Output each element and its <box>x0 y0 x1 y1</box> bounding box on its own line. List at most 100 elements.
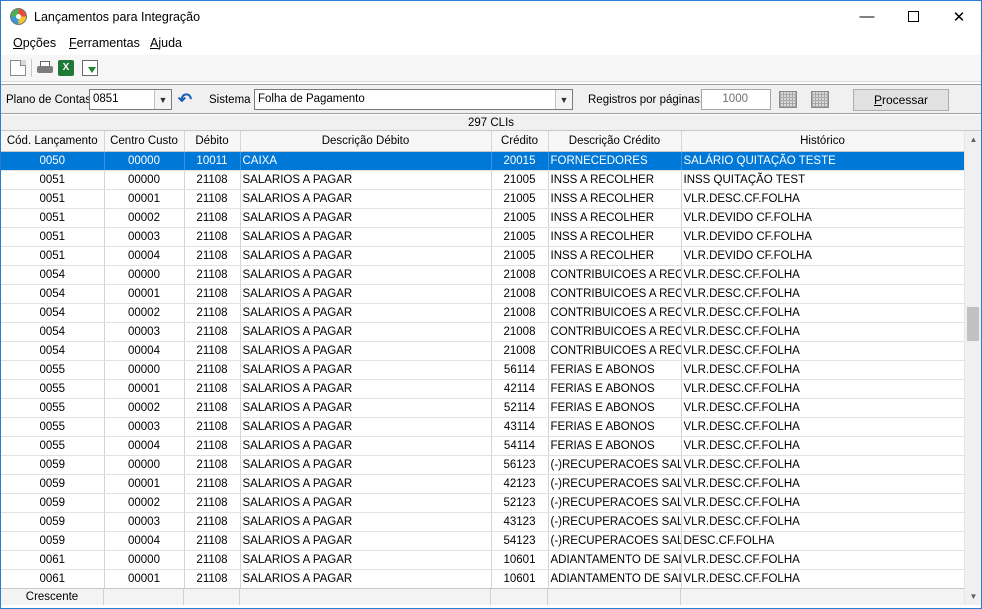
table-cell[interactable]: SALARIOS A PAGAR <box>240 303 492 323</box>
table-cell[interactable]: 00001 <box>104 284 185 304</box>
table-cell[interactable]: VLR.DESC.CF.FOLHA <box>681 417 964 437</box>
table-cell[interactable]: INSS A RECOLHER <box>548 227 682 247</box>
table-row[interactable]: 0051 00003 21108 SALARIOS A PAGAR 21005 INSS … <box>1 227 964 247</box>
table-cell[interactable]: CONTRIBUICOES A RECOL <box>548 341 682 361</box>
table-cell[interactable]: 0055 <box>1 379 105 399</box>
minimize-button[interactable]: — <box>844 1 890 32</box>
table-cell[interactable]: 0054 <box>1 303 105 323</box>
table-cell[interactable]: SALARIOS A PAGAR <box>240 436 492 456</box>
table-cell[interactable]: 00004 <box>104 531 185 551</box>
table-cell[interactable]: VLR.DESC.CF.FOLHA <box>681 189 964 209</box>
table-row[interactable]: 0055 00004 21108 SALARIOS A PAGAR 54114 FERIA… <box>1 436 964 456</box>
table-cell[interactable]: 21108 <box>184 208 241 228</box>
table-row[interactable]: 0059 00001 21108 SALARIOS A PAGAR 42123 (-)RE… <box>1 474 964 494</box>
table-cell[interactable]: (-)RECUPERACOES SALARI <box>548 531 682 551</box>
table-cell[interactable]: SALARIOS A PAGAR <box>240 265 492 285</box>
table-row[interactable]: 0059 00002 21108 SALARIOS A PAGAR 52123 (-)RE… <box>1 493 964 513</box>
table-cell[interactable]: SALARIOS A PAGAR <box>240 379 492 399</box>
table-cell[interactable]: ADIANTAMENTO DE SALAR <box>548 550 682 570</box>
table-cell[interactable]: INSS QUITAÇÃO TEST <box>681 170 964 190</box>
scroll-down-icon[interactable]: ▼ <box>965 588 982 605</box>
table-cell[interactable]: VLR.DESC.CF.FOLHA <box>681 569 964 588</box>
table-cell[interactable]: SALARIOS A PAGAR <box>240 417 492 437</box>
table-row[interactable]: 0055 00003 21108 SALARIOS A PAGAR 43114 FERIA… <box>1 417 964 437</box>
table-cell[interactable]: VLR.DEVIDO CF.FOLHA <box>681 246 964 266</box>
table-cell[interactable]: 21108 <box>184 360 241 380</box>
table-row[interactable]: 0055 00000 21108 SALARIOS A PAGAR 56114 FERIA… <box>1 360 964 380</box>
table-cell[interactable]: 00000 <box>104 455 185 475</box>
table-cell[interactable]: 56123 <box>491 455 549 475</box>
table-cell[interactable]: 0055 <box>1 360 105 380</box>
maximize-button[interactable] <box>890 1 936 32</box>
table-cell[interactable]: SALARIOS A PAGAR <box>240 531 492 551</box>
table-cell[interactable]: 10601 <box>491 550 549 570</box>
table-cell[interactable]: 42114 <box>491 379 549 399</box>
column-header[interactable]: Centro Custo <box>104 131 185 152</box>
grid-pattern-icon[interactable] <box>811 91 829 108</box>
table-cell[interactable]: 21108 <box>184 170 241 190</box>
export-icon[interactable] <box>82 60 98 76</box>
table-row[interactable]: 0050 00000 10011 CAIXA 20015 FORNECEDORES SALÁ… <box>1 151 964 171</box>
table-cell[interactable]: 21008 <box>491 284 549 304</box>
table-cell[interactable]: 00001 <box>104 189 185 209</box>
scroll-up-icon[interactable]: ▲ <box>965 131 982 148</box>
table-cell[interactable]: VLR.DESC.CF.FOLHA <box>681 455 964 475</box>
table-cell[interactable]: 00003 <box>104 417 185 437</box>
table-cell[interactable]: 21008 <box>491 341 549 361</box>
table-cell[interactable]: 00002 <box>104 493 185 513</box>
table-cell[interactable]: VLR.DEVIDO CF.FOLHA <box>681 208 964 228</box>
excel-icon[interactable]: X <box>58 60 74 76</box>
table-cell[interactable]: CONTRIBUICOES A RECOL <box>548 322 682 342</box>
table-cell[interactable]: SALARIOS A PAGAR <box>240 189 492 209</box>
table-cell[interactable]: ADIANTAMENTO DE SALAR <box>548 569 682 588</box>
table-cell[interactable]: CONTRIBUICOES A RECOL <box>548 303 682 323</box>
table-cell[interactable]: VLR.DESC.CF.FOLHA <box>681 265 964 285</box>
table-cell[interactable]: SALARIOS A PAGAR <box>240 550 492 570</box>
table-cell[interactable]: 10601 <box>491 569 549 588</box>
table-cell[interactable]: FERIAS E ABONOS <box>548 379 682 399</box>
table-cell[interactable]: 42123 <box>491 474 549 494</box>
table-cell[interactable]: 21108 <box>184 189 241 209</box>
table-row[interactable]: 0054 00002 21108 SALARIOS A PAGAR 21008 CONTR… <box>1 303 964 323</box>
table-cell[interactable]: 21008 <box>491 265 549 285</box>
table-cell[interactable]: 21108 <box>184 284 241 304</box>
table-cell[interactable]: (-)RECUPERACOES SALARI <box>548 474 682 494</box>
table-cell[interactable]: FERIAS E ABONOS <box>548 360 682 380</box>
table-cell[interactable]: FORNECEDORES <box>548 151 682 171</box>
table-cell[interactable]: VLR.DESC.CF.FOLHA <box>681 436 964 456</box>
table-row[interactable]: 0051 00001 21108 SALARIOS A PAGAR 21005 INSS … <box>1 189 964 209</box>
table-cell[interactable]: VLR.DESC.CF.FOLHA <box>681 474 964 494</box>
table-row[interactable]: 0055 00001 21108 SALARIOS A PAGAR 42114 FERIA… <box>1 379 964 399</box>
table-cell[interactable]: SALARIOS A PAGAR <box>240 170 492 190</box>
table-cell[interactable]: FERIAS E ABONOS <box>548 417 682 437</box>
table-cell[interactable]: 00000 <box>104 151 185 171</box>
close-button[interactable]: ✕ <box>936 1 982 32</box>
table-cell[interactable]: VLR.DESC.CF.FOLHA <box>681 379 964 399</box>
table-cell[interactable]: 0061 <box>1 569 105 588</box>
table-cell[interactable]: 21108 <box>184 550 241 570</box>
table-cell[interactable]: VLR.DESC.CF.FOLHA <box>681 398 964 418</box>
table-cell[interactable]: 0059 <box>1 531 105 551</box>
table-cell[interactable]: INSS A RECOLHER <box>548 208 682 228</box>
table-cell[interactable]: 43123 <box>491 512 549 532</box>
table-cell[interactable]: SALARIOS A PAGAR <box>240 512 492 532</box>
table-cell[interactable]: 0050 <box>1 151 105 171</box>
table-cell[interactable]: 21108 <box>184 379 241 399</box>
table-cell[interactable]: 00002 <box>104 303 185 323</box>
table-cell[interactable]: INSS A RECOLHER <box>548 170 682 190</box>
table-row[interactable]: 0055 00002 21108 SALARIOS A PAGAR 52114 FERIA… <box>1 398 964 418</box>
table-cell[interactable]: SALARIOS A PAGAR <box>240 360 492 380</box>
undo-icon[interactable]: ↶ <box>176 91 194 109</box>
table-cell[interactable]: 21005 <box>491 246 549 266</box>
table-cell[interactable]: 21108 <box>184 436 241 456</box>
table-cell[interactable]: VLR.DESC.CF.FOLHA <box>681 322 964 342</box>
table-cell[interactable]: 10011 <box>184 151 241 171</box>
table-cell[interactable]: 0051 <box>1 246 105 266</box>
table-row[interactable]: 0051 00000 21108 SALARIOS A PAGAR 21005 INSS … <box>1 170 964 190</box>
print-icon[interactable] <box>37 60 53 76</box>
table-cell[interactable]: 56114 <box>491 360 549 380</box>
table-cell[interactable]: INSS A RECOLHER <box>548 246 682 266</box>
table-row[interactable]: 0059 00003 21108 SALARIOS A PAGAR 43123 (-)RE… <box>1 512 964 532</box>
menu-ajuda[interactable]: Ajuda <box>150 36 182 50</box>
table-cell[interactable]: VLR.DESC.CF.FOLHA <box>681 341 964 361</box>
